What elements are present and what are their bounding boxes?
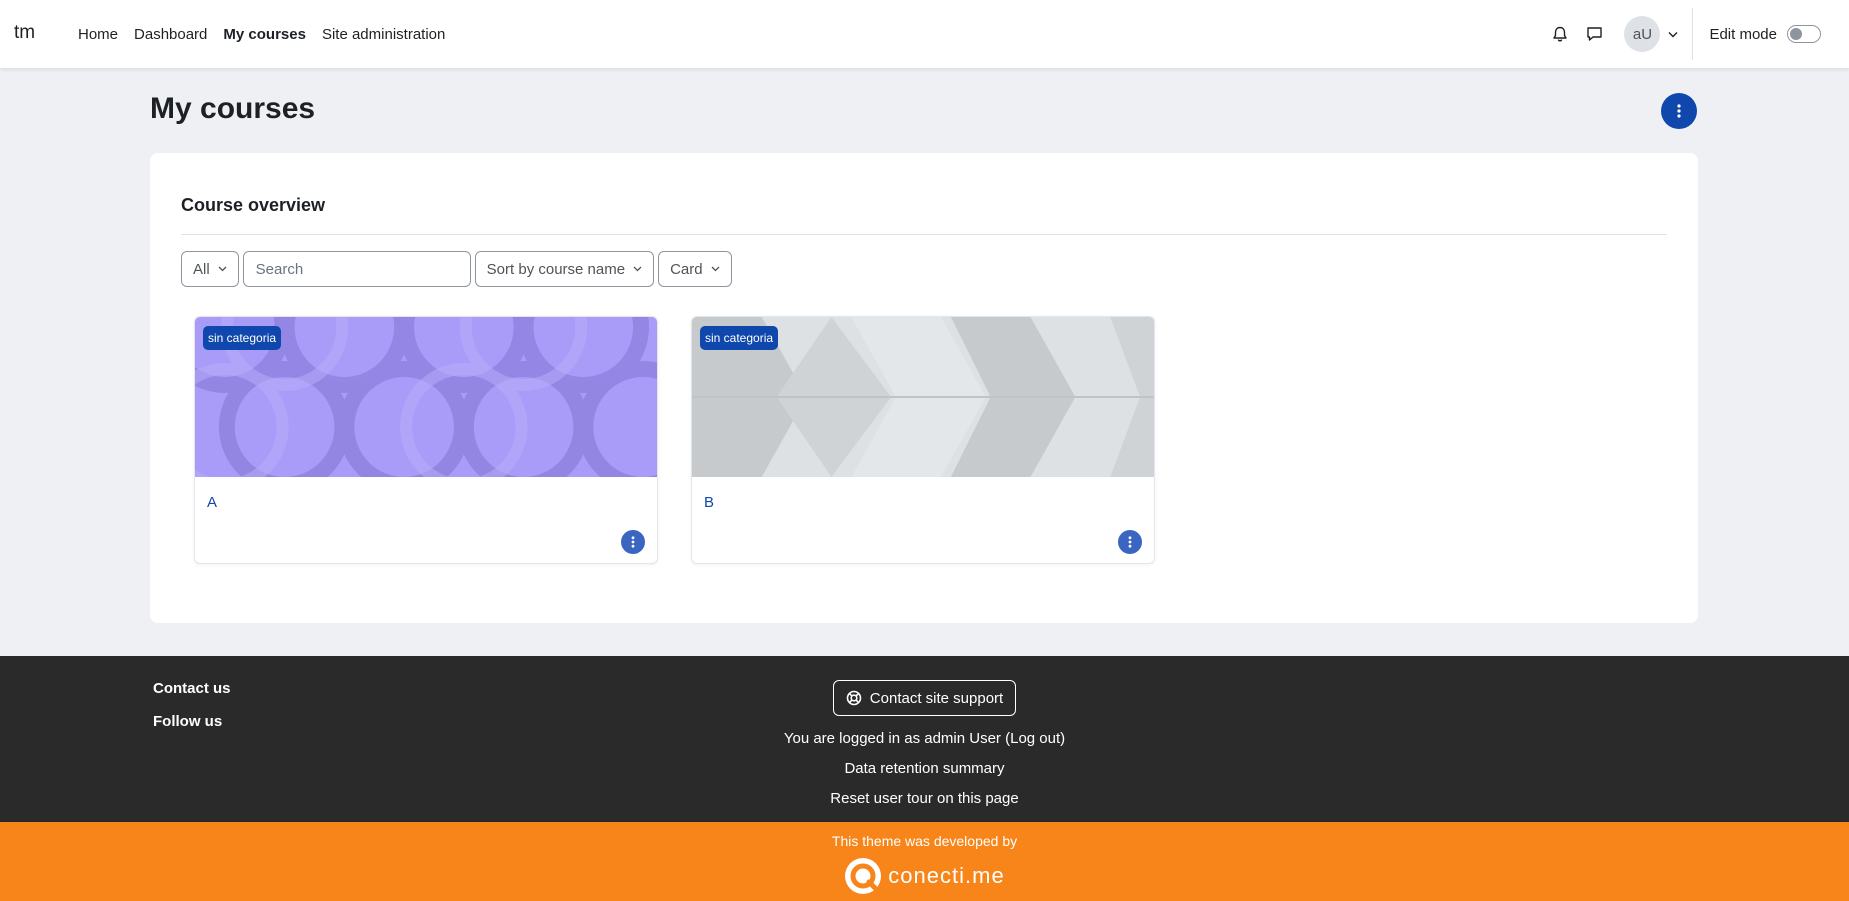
course-overview-title: Course overview (181, 195, 326, 215)
login-info-prefix: You are logged in as (783, 730, 925, 747)
notifications-bell-icon[interactable] (1544, 18, 1576, 50)
nav-link-site-administration[interactable]: Site administration (314, 26, 453, 43)
developer-brand-name: conecti.me (888, 863, 1005, 888)
course-card[interactable]: sin categoria B (691, 316, 1155, 564)
course-category-badge: sin categoria (203, 326, 282, 350)
avatar: aU (1624, 16, 1661, 52)
navbar-divider (1692, 8, 1694, 60)
grouping-filter-dropdown[interactable]: All (181, 251, 239, 287)
course-actions-button[interactable] (1118, 530, 1142, 554)
data-retention-line: Data retention summary (844, 759, 1004, 778)
sort-dropdown[interactable]: Sort by course name (474, 251, 655, 287)
sort-value: Sort by course name (486, 260, 626, 278)
grouping-filter-value: All (193, 260, 210, 278)
conectime-logo-icon (845, 858, 882, 894)
nav-link-dashboard[interactable]: Dashboard (126, 26, 215, 43)
kebab-menu-icon (1677, 104, 1681, 118)
course-card[interactable]: sin categoria A (194, 316, 658, 564)
logout-link[interactable]: (Log out) (1005, 730, 1065, 747)
page-actions-menu-button[interactable] (1661, 93, 1697, 129)
navbar-user-area: aU Edit mode (1544, 0, 1849, 68)
theme-credit-note: This theme was developed by (831, 833, 1018, 849)
nav-link-home[interactable]: Home (70, 26, 126, 43)
theme-credit-bar: This theme was developed by conecti.me (0, 822, 1849, 901)
primary-navigation: Home Dashboard My courses Site administr… (70, 0, 453, 68)
kebab-menu-icon (1128, 536, 1132, 548)
user-menu-toggle[interactable]: aU (1624, 16, 1678, 52)
edit-mode-label: Edit mode (1709, 25, 1777, 43)
page-footer: Contact us Follow us Contact site suppor… (0, 656, 1849, 822)
login-info: You are logged in as admin User (Log out… (784, 729, 1065, 748)
kebab-menu-icon (631, 536, 635, 548)
chevron-down-icon (711, 266, 720, 272)
course-name-link[interactable]: A (207, 494, 217, 511)
contact-site-support-label: Contact site support (869, 689, 1004, 707)
edit-mode-switch: Edit mode (1709, 25, 1821, 43)
data-retention-summary-link[interactable]: Data retention summary (844, 760, 1004, 777)
developer-brand-logo[interactable]: conecti.me (844, 857, 1004, 895)
messages-chat-icon[interactable] (1578, 18, 1610, 50)
site-brand[interactable]: tm (14, 22, 35, 44)
course-category-badge: sin categoria (700, 326, 779, 350)
course-name-link[interactable]: B (704, 494, 714, 511)
logged-in-user-link[interactable]: admin User (924, 730, 1001, 747)
reset-user-tour-link[interactable]: Reset user tour on this page (830, 790, 1018, 807)
chevron-down-icon (1668, 31, 1678, 37)
chevron-down-icon (218, 266, 227, 272)
course-overview-block: Course overview All Sort by course name … (150, 153, 1698, 623)
course-actions-button[interactable] (621, 530, 645, 554)
page-title: My courses (150, 92, 316, 125)
view-mode-dropdown[interactable]: Card (658, 251, 732, 287)
chevron-down-icon (633, 266, 642, 272)
top-navbar: tm Home Dashboard My courses Site admini… (0, 0, 1849, 68)
course-filters: All Sort by course name Card (181, 251, 732, 287)
footer-center-column: Contact site support You are logged in a… (0, 680, 1849, 808)
course-search-input[interactable] (242, 251, 471, 287)
nav-link-my-courses[interactable]: My courses (215, 26, 314, 43)
contact-site-support-button[interactable]: Contact site support (832, 680, 1017, 716)
view-mode-value: Card (670, 260, 703, 278)
lifebuoy-icon (846, 690, 862, 706)
section-divider (181, 234, 1667, 235)
reset-tour-line: Reset user tour on this page (830, 789, 1018, 808)
edit-mode-toggle[interactable] (1787, 25, 1821, 43)
